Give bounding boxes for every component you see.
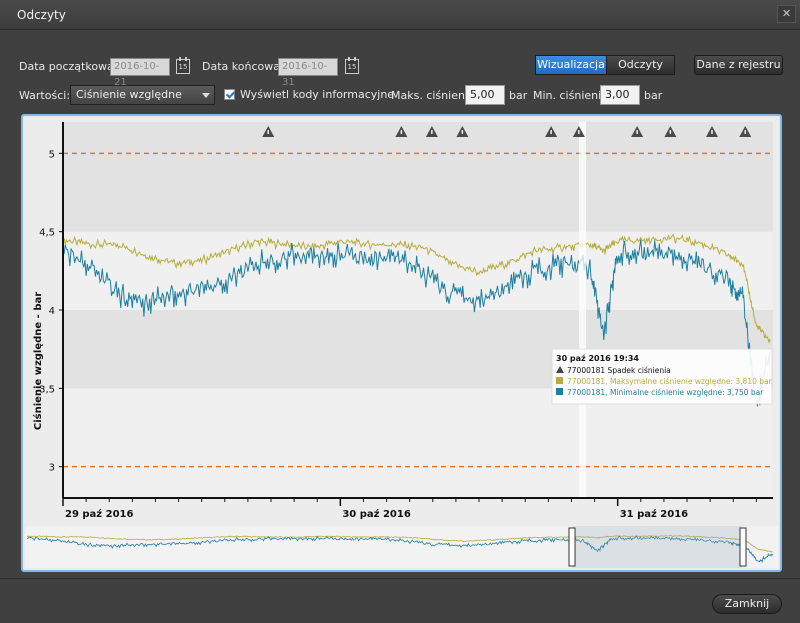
max-series-swatch [556, 377, 563, 384]
y-tick-label: 4,5 [39, 228, 55, 239]
max-pressure-input[interactable]: 5,00 [465, 85, 505, 105]
navigator-left-handle[interactable] [568, 527, 576, 567]
show-codes-checkbox[interactable] [224, 89, 235, 100]
window-title: Odczyty [17, 8, 66, 22]
y-tick-label: 3 [49, 463, 55, 474]
y-axis-label: Ciśnienie względne - bar [32, 292, 44, 430]
min-series-swatch [556, 388, 563, 395]
tooltip: 30 paź 2016 19:34 77000181 Spadek ciśnie… [551, 348, 773, 405]
warning-icon-mark [550, 130, 552, 134]
pressure-chart[interactable]: 33,544,5529 paź 2016 30 paź 2016 31 paź 20… [23, 116, 780, 570]
x-tick-label: 29 paź 2016 [65, 508, 133, 520]
chevron-down-icon [202, 93, 210, 98]
close-icon[interactable]: ✕ [777, 5, 796, 23]
warning-icon-mark [711, 130, 713, 134]
calendar-day: 15 [347, 63, 357, 71]
x-tick-label: 30 paź 2016 [342, 508, 410, 520]
warning-icon-mark [636, 130, 638, 134]
tooltip-min: 77000181, Minimalne ciśnienie względne: … [567, 388, 764, 397]
navigator-right-handle[interactable] [739, 527, 747, 567]
warning-icon-mark [744, 130, 746, 134]
navigator-selection[interactable] [572, 526, 742, 568]
x-tick-label: 31 paź 2016 [620, 508, 688, 520]
warning-icon-mark [400, 130, 403, 134]
end-date-input[interactable]: 2016-10-31 [278, 58, 338, 88]
max-unit: bar [509, 89, 528, 102]
cursor-highlight [579, 122, 586, 498]
warning-icon-mark [669, 130, 672, 134]
end-calendar-icon[interactable]: 15 [345, 57, 359, 74]
navigator[interactable] [25, 526, 778, 568]
tooltip-max: 77000181, Maksymalne ciśnienie względne:… [567, 377, 773, 386]
register-data-button[interactable]: Dane z rejestru [694, 55, 783, 75]
readings-tab[interactable]: Odczyty [606, 55, 675, 75]
y-tick-label: 4 [49, 306, 55, 317]
tooltip-time: 30 paź 2016 19:34 [556, 354, 639, 363]
calendar-day: 15 [178, 63, 188, 71]
min-pressure-input[interactable]: 3,00 [600, 85, 640, 105]
close-button[interactable]: Zamknij [712, 594, 782, 614]
show-codes-label: Wyświetl kody informacyjne [240, 88, 395, 101]
warning-icon-mark [578, 130, 580, 134]
warning-icon-mark [461, 130, 464, 134]
warning-icon-mark [267, 130, 269, 134]
max-pressure-label: Maks. ciśnienie [391, 89, 475, 102]
min-unit: bar [644, 89, 663, 102]
readings-window: Data początkowa: 2016-10-21 15 Data końc… [0, 30, 800, 623]
end-date-label: Data końcowa: [202, 60, 284, 73]
chart-frame: 3 3,5 4 4,5 5 29 paź 2016 30 paź 2016 31 paź 20… [21, 114, 782, 572]
footer-divider [0, 578, 800, 579]
values-label: Wartości: [19, 89, 71, 102]
grid-band [63, 122, 773, 154]
start-date-input[interactable]: 2016-10-21 [110, 58, 170, 88]
y-tick-label: 5 [49, 149, 55, 160]
chart-bands [63, 122, 773, 498]
values-select[interactable]: Ciśnienie względne [70, 85, 215, 105]
warning-icon-mark [431, 130, 433, 134]
title-bar: Odczyty ✕ [0, 0, 800, 30]
grid-band [63, 153, 773, 232]
tooltip-event: 77000181 Spadek ciśnienia [567, 366, 671, 375]
start-calendar-icon[interactable]: 15 [176, 57, 190, 74]
visualization-tab[interactable]: Wizualizacja [535, 55, 607, 75]
min-pressure-label: Min. ciśnienie [533, 89, 608, 102]
values-selected: Ciśnienie względne [76, 88, 182, 101]
start-date-label: Data początkowa: [19, 60, 118, 73]
